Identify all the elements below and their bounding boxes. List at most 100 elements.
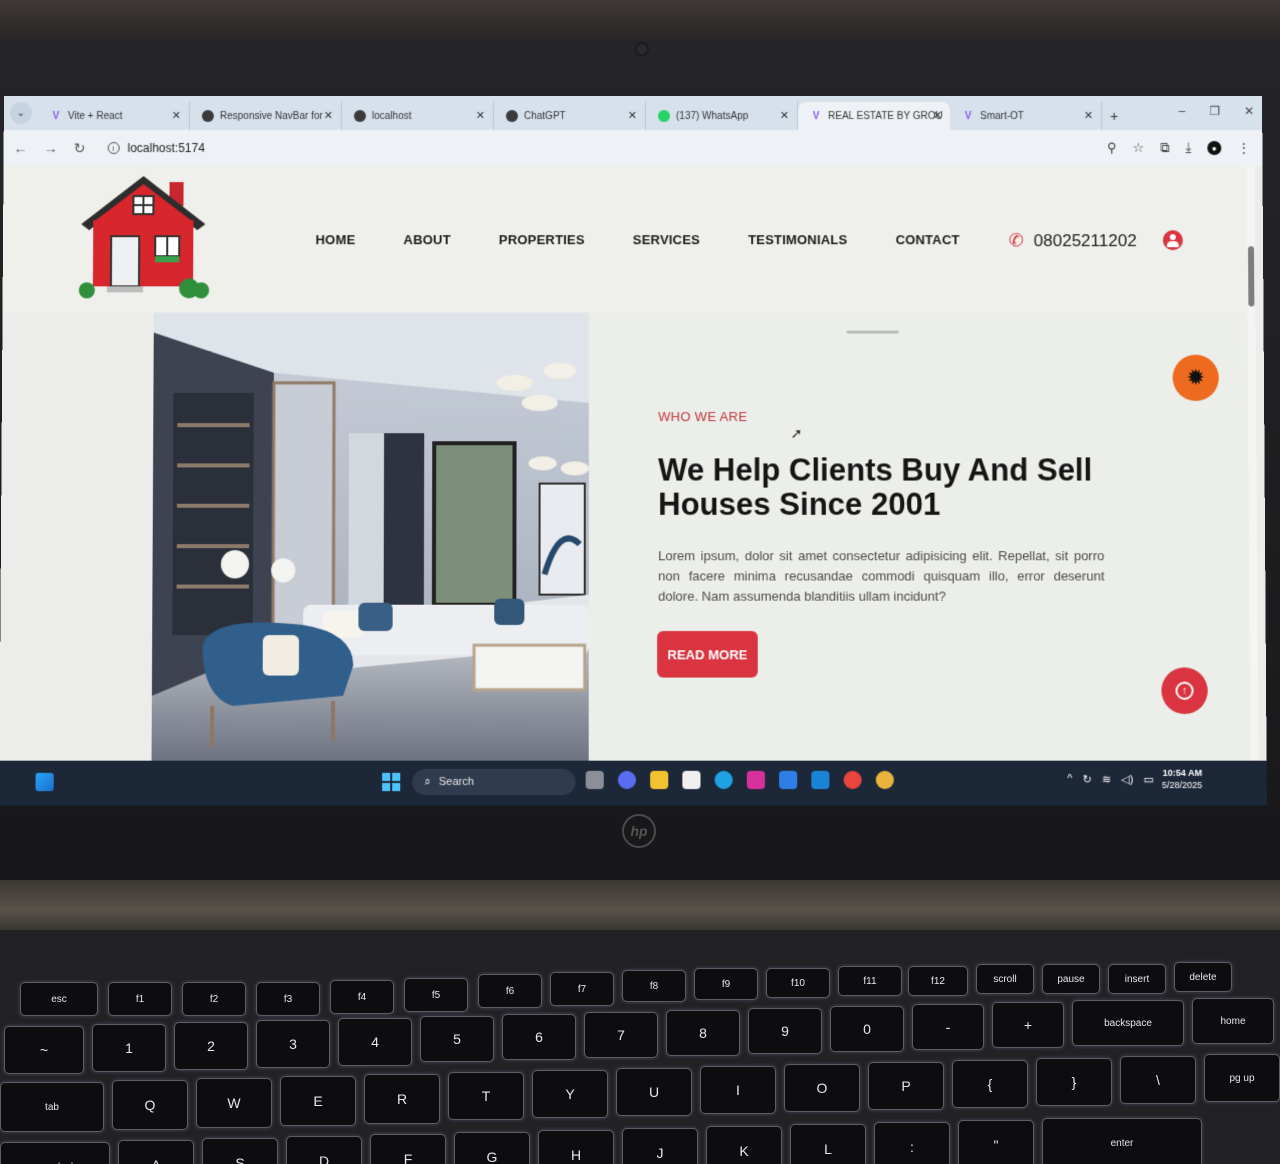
chrome-profile-icon[interactable] <box>875 770 894 790</box>
zoom-icon[interactable]: ⚲ <box>1107 140 1117 156</box>
key-delete[interactable]: delete <box>1174 962 1232 992</box>
nav-contact[interactable]: CONTACT <box>896 232 960 247</box>
key-f[interactable]: F <box>370 1134 446 1164</box>
key-o[interactable]: O <box>784 1064 860 1112</box>
key-9[interactable]: 9 <box>748 1008 822 1054</box>
key-f6[interactable]: f6 <box>478 974 542 1008</box>
key-l[interactable]: L <box>790 1124 866 1164</box>
vscode-icon[interactable] <box>811 770 830 790</box>
site-info-icon[interactable]: i <box>107 142 120 155</box>
close-icon[interactable]: ✕ <box>933 109 942 122</box>
user-account-icon[interactable] <box>1162 230 1183 251</box>
tab-smart-ot[interactable]: V Smart-OT ✕ <box>950 101 1103 131</box>
close-icon[interactable]: ✕ <box>324 109 333 122</box>
tab-whatsapp[interactable]: (137) WhatsApp ✕ <box>646 101 799 131</box>
download-icon[interactable]: ⤓ <box>1186 140 1192 156</box>
battery-icon[interactable]: ▭ <box>1143 773 1154 786</box>
key-f10[interactable]: f10 <box>766 968 830 998</box>
reload-icon[interactable]: ↻ <box>74 140 86 157</box>
key-2[interactable]: 2 <box>174 1022 248 1070</box>
key-f1[interactable]: f1 <box>108 982 172 1016</box>
volume-icon[interactable]: ◁) <box>1121 773 1133 786</box>
phone-contact[interactable]: ✆ 08025211202 <box>1009 230 1137 251</box>
key-f4[interactable]: f4 <box>330 980 394 1014</box>
chrome-icon[interactable] <box>843 770 862 790</box>
task-view-icon[interactable] <box>585 770 604 790</box>
key-s[interactable]: S <box>202 1138 278 1164</box>
key-page-up[interactable]: pg up <box>1204 1054 1280 1102</box>
key-f7[interactable]: f7 <box>550 972 614 1006</box>
store-icon[interactable] <box>682 770 701 790</box>
key-plus[interactable]: + <box>992 1002 1064 1048</box>
key-t[interactable]: T <box>448 1072 524 1120</box>
key-8[interactable]: 8 <box>666 1010 740 1056</box>
read-more-button[interactable]: READ MORE <box>657 631 758 678</box>
key-h[interactable]: H <box>538 1130 614 1164</box>
tab-real-estate[interactable]: V REAL ESTATE BY GROU ✕ <box>798 101 951 131</box>
nav-properties[interactable]: PROPERTIES <box>499 232 585 247</box>
key-tilde[interactable]: ~ <box>4 1026 84 1074</box>
instagram-icon[interactable] <box>746 770 765 790</box>
key-f2[interactable]: f2 <box>182 982 246 1016</box>
house-logo-icon[interactable] <box>73 174 214 298</box>
new-tab-button[interactable]: + <box>1102 102 1126 130</box>
key-a[interactable]: A <box>118 1140 194 1164</box>
back-icon[interactable]: ← <box>14 140 28 156</box>
bookmark-star-icon[interactable]: ☆ <box>1133 140 1145 156</box>
scrollbar-thumb[interactable] <box>1248 246 1255 307</box>
key-caps-lock[interactable]: caps lock <box>0 1142 110 1164</box>
key-p[interactable]: P <box>868 1062 944 1110</box>
close-icon[interactable]: ✕ <box>628 109 637 122</box>
close-icon[interactable]: ✕ <box>780 109 789 122</box>
key-right-brace[interactable]: } <box>1036 1058 1112 1106</box>
close-icon[interactable]: ✕ <box>476 109 485 122</box>
sync-icon[interactable]: ↻ <box>1082 773 1091 786</box>
key-esc[interactable]: esc <box>20 982 98 1016</box>
close-window-icon[interactable]: ✕ <box>1244 104 1254 118</box>
key-backspace[interactable]: backspace <box>1072 1000 1184 1046</box>
taskbar-clock[interactable]: 10:54 AM 5/28/2025 <box>1162 767 1202 791</box>
widgets-icon[interactable] <box>35 772 54 792</box>
tab-responsive-navbar[interactable]: Responsive NavBar for ✕ <box>189 101 342 131</box>
key-e[interactable]: E <box>280 1076 356 1126</box>
close-icon[interactable]: ✕ <box>172 109 181 122</box>
key-g[interactable]: G <box>454 1132 530 1164</box>
key-backslash[interactable]: \ <box>1120 1056 1196 1104</box>
key-3[interactable]: 3 <box>256 1020 330 1068</box>
key-q[interactable]: Q <box>112 1080 188 1130</box>
start-button-windows-icon[interactable] <box>382 772 401 792</box>
taskbar-search[interactable]: ⌕ Search <box>412 768 576 796</box>
profile-avatar-icon[interactable]: ● <box>1207 141 1222 156</box>
edge-icon[interactable] <box>714 770 733 790</box>
restore-icon[interactable]: ❐ <box>1209 104 1220 118</box>
menu-kebab-icon[interactable]: ⋮ <box>1237 140 1250 156</box>
key-f12[interactable]: f12 <box>908 966 968 996</box>
key-enter[interactable]: enter <box>1042 1118 1202 1164</box>
nav-testimonials[interactable]: TESTIMONIALS <box>748 232 847 247</box>
key-0[interactable]: 0 <box>830 1006 904 1052</box>
key-left-brace[interactable]: { <box>952 1060 1028 1108</box>
key-tab[interactable]: tab <box>0 1082 104 1132</box>
key-f9[interactable]: f9 <box>694 968 758 1000</box>
extensions-icon[interactable]: ⧉ <box>1160 140 1169 156</box>
key-d[interactable]: D <box>286 1136 362 1164</box>
key-f11[interactable]: f11 <box>838 966 902 996</box>
key-w[interactable]: W <box>196 1078 272 1128</box>
key-j[interactable]: J <box>622 1128 698 1164</box>
tab-localhost[interactable]: localhost ✕ <box>341 101 494 131</box>
key-i[interactable]: I <box>700 1066 776 1114</box>
css-icon[interactable] <box>779 770 798 790</box>
key-quote[interactable]: " <box>958 1120 1034 1164</box>
key-pause[interactable]: pause <box>1042 964 1100 994</box>
key-scroll-lock[interactable]: scroll <box>976 964 1034 994</box>
copilot-icon[interactable] <box>617 770 637 790</box>
key-f8[interactable]: f8 <box>622 970 686 1002</box>
tab-chatgpt[interactable]: ChatGPT ✕ <box>493 101 647 131</box>
key-home[interactable]: home <box>1192 998 1274 1044</box>
forward-icon[interactable]: → <box>44 140 58 156</box>
key-r[interactable]: R <box>364 1074 440 1124</box>
key-minus[interactable]: - <box>912 1004 984 1050</box>
key-f3[interactable]: f3 <box>256 982 320 1016</box>
key-colon[interactable]: : <box>874 1122 950 1164</box>
key-7[interactable]: 7 <box>584 1012 658 1058</box>
